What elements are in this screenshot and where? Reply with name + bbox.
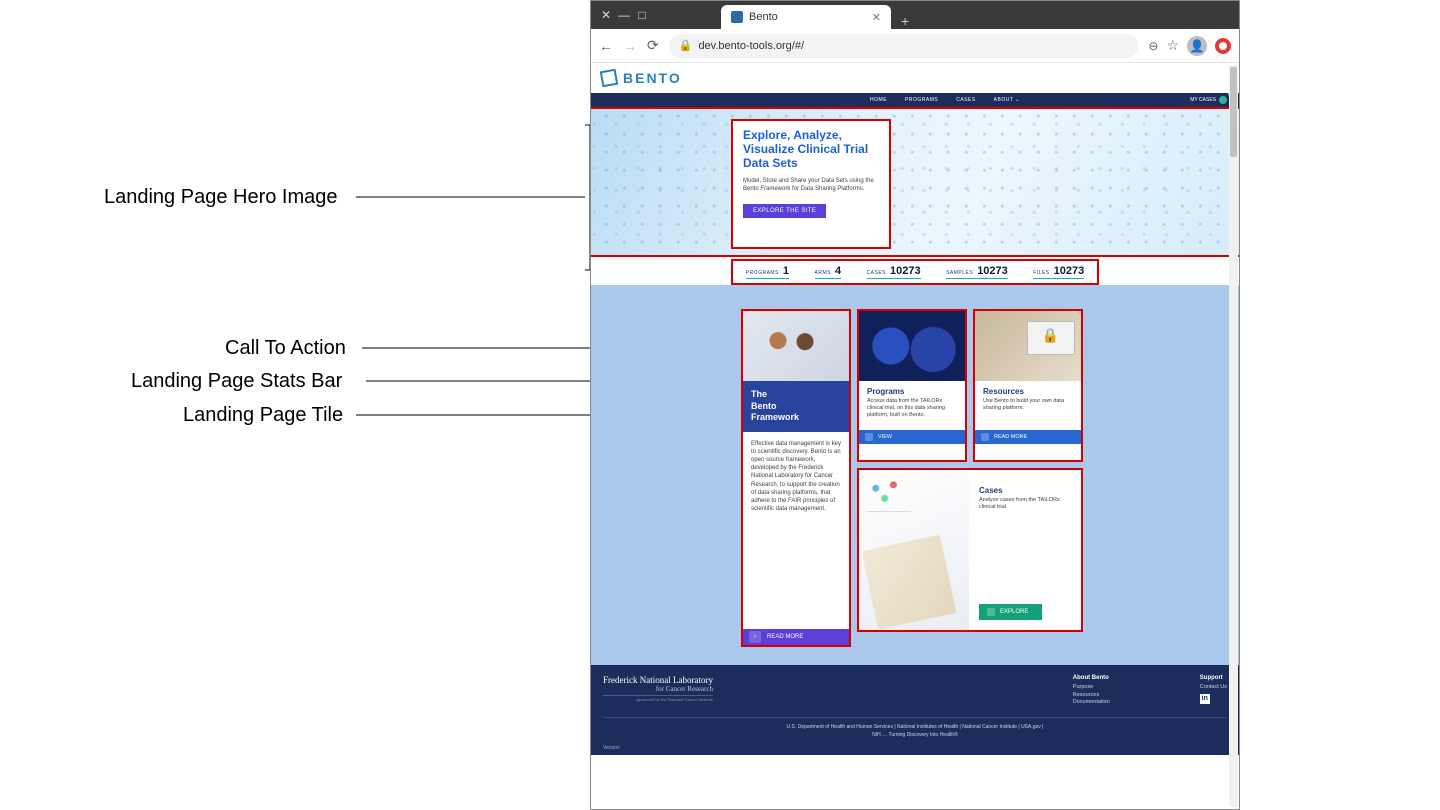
tile1-image <box>743 311 849 381</box>
scroll-thumb[interactable] <box>1230 67 1237 157</box>
tile1-title: The Bento Framework <box>743 381 849 432</box>
tab-strip: Bento ✕ + <box>651 1 919 29</box>
extension-icon[interactable] <box>1215 38 1231 54</box>
explore-site-button[interactable]: EXPLORE THE SITE <box>743 204 826 218</box>
stat-samples: SAMPLES10273 <box>946 265 1008 279</box>
window-close-icon[interactable]: ✕ <box>597 8 615 22</box>
cta-description: Model, Store and Share your Data Sets us… <box>743 178 879 194</box>
bento-logo-icon <box>600 69 619 88</box>
address-bar: ← → ⟳ 🔒 dev.bento-tools.org/#/ ⊖ ☆ 👤 <box>591 29 1239 63</box>
tile2-view-button[interactable]: VIEW <box>859 430 965 444</box>
url-text: dev.bento-tools.org/#/ <box>698 40 804 52</box>
page-footer: Frederick National Laboratory for Cancer… <box>591 665 1239 755</box>
nav-programs[interactable]: PROGRAMS <box>905 97 938 103</box>
version-label: Version <box>603 745 1227 751</box>
tile-framework: The Bento Framework Effective data manag… <box>741 309 851 647</box>
footer-link-purpose[interactable]: Purpose <box>1073 684 1110 692</box>
back-icon[interactable]: ← <box>599 38 613 54</box>
tile3-desc: Use Bento to build your own data sharing… <box>975 398 1081 430</box>
nav-cases[interactable]: CASES <box>956 97 975 103</box>
tile4-image <box>859 470 969 630</box>
brand-name: BENTO <box>623 70 682 86</box>
url-field[interactable]: 🔒 dev.bento-tools.org/#/ <box>669 34 1139 58</box>
footer-link-documentation[interactable]: Documentation <box>1073 699 1110 707</box>
stat-programs: PROGRAMS1 <box>746 265 789 279</box>
tile2-title: Programs <box>859 381 965 398</box>
hero-background <box>591 109 1239 255</box>
hero-section: Explore, Analyze, Visualize Clinical Tri… <box>591 107 1239 257</box>
stats-bar: PROGRAMS1 ARMS4 CASES10273 SAMPLES10273 … <box>731 259 1099 285</box>
linkedin-icon[interactable]: in <box>1200 694 1210 704</box>
tile1-body: Effective data management is key to scie… <box>743 432 849 629</box>
tile4-desc: Analyze cases from the TAILORx clinical … <box>979 497 1071 529</box>
profile-icon[interactable]: 👤 <box>1187 36 1207 56</box>
window-title-bar: ✕ ― □ <box>591 1 651 29</box>
window-maximize-icon[interactable]: □ <box>633 8 651 22</box>
document-icon <box>987 608 995 616</box>
annotation-layer: Landing Page Hero Image Call To Action L… <box>0 0 590 810</box>
footer-about-column: About Bento Purpose Resources Documentat… <box>1073 675 1110 707</box>
nav-about[interactable]: ABOUT ⌄ <box>994 97 1020 103</box>
tile-programs: Programs Access data from the TAILORx cl… <box>857 309 967 462</box>
tile-resources: Resources Use Bento to build your own da… <box>973 309 1083 462</box>
footer-support-column: Support Contact Us in <box>1200 675 1227 707</box>
footer-legal: U.S. Department of Health and Human Serv… <box>603 718 1227 745</box>
cart-badge-icon <box>1219 96 1227 104</box>
main-nav: HOME PROGRAMS CASES ABOUT ⌄ MY CASES <box>591 93 1239 107</box>
tile1-readmore-button[interactable]: › READ MORE <box>743 629 849 645</box>
browser-tab[interactable]: Bento ✕ <box>721 5 891 29</box>
chevron-right-icon: › <box>749 631 761 643</box>
browser-window: ✕ ― □ Bento ✕ + ← → ⟳ 🔒 dev.bento-tools.… <box>590 0 1240 810</box>
brand-row: BENTO <box>591 63 1239 93</box>
star-icon[interactable]: ☆ <box>1166 37 1179 54</box>
page-content: BENTO HOME PROGRAMS CASES ABOUT ⌄ MY CAS… <box>591 63 1239 809</box>
tile4-title: Cases <box>979 480 1071 497</box>
lock-icon: 🔒 <box>679 39 693 52</box>
tile3-image <box>975 311 1081 381</box>
footer-link-contact[interactable]: Contact Us <box>1200 684 1227 692</box>
my-cases-button[interactable]: MY CASES <box>1190 96 1227 104</box>
document-icon <box>981 433 989 441</box>
tile3-title: Resources <box>975 381 1081 398</box>
stat-files: FILES10273 <box>1033 265 1084 279</box>
tiles-area: The Bento Framework Effective data manag… <box>591 285 1239 665</box>
document-icon <box>865 433 873 441</box>
frederick-logo: Frederick National Laboratory for Cancer… <box>603 675 713 707</box>
nav-home[interactable]: HOME <box>870 97 887 103</box>
cta-panel: Explore, Analyze, Visualize Clinical Tri… <box>731 119 891 249</box>
reload-icon[interactable]: ⟳ <box>647 37 659 54</box>
stat-cases: CASES10273 <box>867 265 921 279</box>
zoom-icon[interactable]: ⊖ <box>1148 39 1158 53</box>
forward-icon[interactable]: → <box>623 38 637 54</box>
window-minimize-icon[interactable]: ― <box>615 8 633 22</box>
tile2-desc: Access data from the TAILORx clinical tr… <box>859 398 965 430</box>
tab-close-icon[interactable]: ✕ <box>872 11 881 24</box>
tab-title: Bento <box>749 11 778 23</box>
cta-title: Explore, Analyze, Visualize Clinical Tri… <box>743 129 879 170</box>
vertical-scrollbar[interactable] <box>1229 65 1238 807</box>
tile3-readmore-button[interactable]: READ MORE <box>975 430 1081 444</box>
favicon-icon <box>731 11 743 23</box>
footer-link-resources[interactable]: Resources <box>1073 692 1110 700</box>
stat-arms: ARMS4 <box>815 265 842 279</box>
tile-cases: Cases Analyze cases from the TAILORx cli… <box>857 468 1083 632</box>
new-tab-button[interactable]: + <box>891 13 919 29</box>
tile4-explore-button[interactable]: EXPLORE <box>979 604 1042 620</box>
tile2-image <box>859 311 965 381</box>
